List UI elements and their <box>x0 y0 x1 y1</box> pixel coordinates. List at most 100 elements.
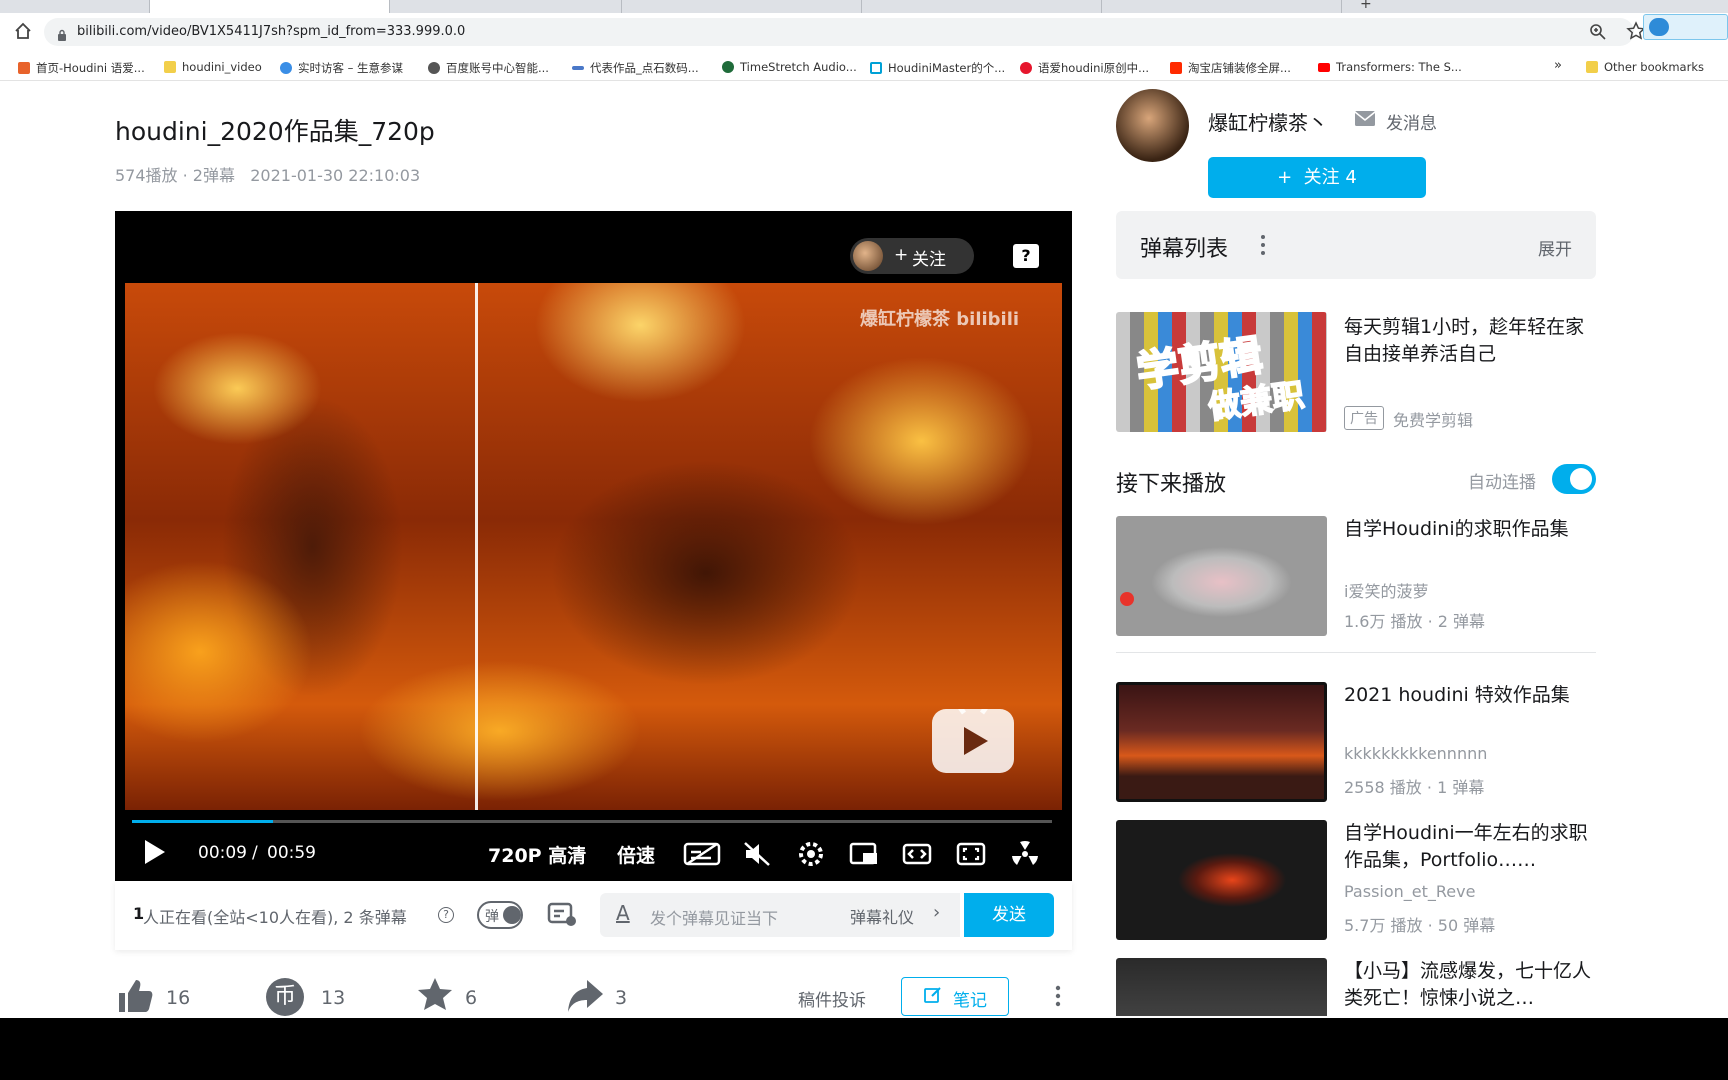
note-button[interactable]: 笔记 <box>901 977 1009 1016</box>
cloud-extension-button[interactable] <box>1643 14 1728 40</box>
report-link[interactable]: 稿件投诉 <box>798 986 866 1011</box>
radiation-extension-icon[interactable] <box>1010 840 1040 868</box>
bookmark-item[interactable]: 淘宝店铺装修全屏... <box>1170 60 1291 76</box>
expand-link[interactable]: 展开 <box>1538 235 1572 260</box>
browser-tab[interactable] <box>872 0 1102 13</box>
danmaku-list-header[interactable]: 弹幕列表 展开 <box>1116 211 1596 279</box>
send-message-link[interactable]: 发消息 <box>1386 109 1437 134</box>
danmaku-toggle-label: 弹 <box>485 909 499 925</box>
widescreen-icon[interactable] <box>902 840 932 868</box>
picture-in-picture-icon[interactable] <box>849 840 879 868</box>
progress-bar[interactable] <box>132 820 1052 823</box>
follow-button[interactable]: + 关注 4 <box>1208 157 1426 198</box>
toggle-knob <box>503 906 521 924</box>
video-title[interactable]: 2021 houdini 特效作品集 <box>1344 682 1594 709</box>
favorite-count: 6 <box>465 987 478 1009</box>
bilibili-tv-play-icon[interactable] <box>932 697 1014 773</box>
bookmark-item[interactable]: 百度账号中心智能... <box>428 60 549 76</box>
list-item[interactable]: 自学Houdini一年左右的求职作品集，Portfolio…… Passion_… <box>1116 820 1596 942</box>
video-title[interactable]: 【小马】流感爆发，七十亿人类死亡！惊悚小说之… <box>1344 958 1594 1012</box>
bookmark-folder-other[interactable]: Other bookmarks <box>1586 60 1704 74</box>
avatar <box>853 241 883 271</box>
list-item[interactable]: 【小马】流感爆发，七十亿人类死亡！惊悚小说之… <box>1116 958 1596 1016</box>
browser-tab[interactable] <box>1112 0 1342 13</box>
video-author[interactable]: kkkkkkkkkennnnn <box>1344 744 1487 763</box>
settings-gear-icon[interactable] <box>796 840 826 868</box>
list-item[interactable]: 2021 houdini 特效作品集 kkkkkkkkkennnnn 2558 … <box>1116 682 1596 804</box>
video-thumbnail[interactable] <box>1116 820 1327 940</box>
text-style-icon[interactable]: A <box>616 901 630 925</box>
url-field[interactable]: bilibili.com/video/BV1X5411J7sh?spm_id_f… <box>44 18 1634 46</box>
edit-icon <box>924 986 942 1004</box>
zoom-icon[interactable] <box>1589 23 1607 41</box>
taobao-icon <box>1170 62 1182 74</box>
browser-tab[interactable] <box>0 0 150 13</box>
video-thumbnail[interactable] <box>1116 958 1327 1016</box>
autoplay-label: 自动连播 <box>1468 473 1536 493</box>
uploader-name[interactable]: 爆缸柠檬茶丶 <box>1208 107 1328 136</box>
bookmark-item[interactable]: 代表作品_点石数码... <box>572 60 699 76</box>
ad-thumbnail: 学剪辑 做兼职 <box>1116 312 1327 432</box>
share-arrow-icon[interactable] <box>565 976 605 1016</box>
bookmark-folder[interactable]: houdini_video <box>164 60 262 74</box>
lock-icon <box>57 26 67 41</box>
browser-tab-active[interactable] <box>150 0 390 13</box>
bookmark-item[interactable]: 实时访客 – 生意参谋 <box>280 60 403 76</box>
video-author[interactable]: i爱笑的菠萝 <box>1344 578 1428 602</box>
danmaku-etiquette-link[interactable]: 弹幕礼仪 <box>850 904 914 928</box>
more-vertical-icon[interactable] <box>1055 985 1061 1007</box>
browser-tab[interactable] <box>392 0 622 13</box>
share-count: 3 <box>615 987 628 1009</box>
bookmarks-overflow[interactable]: » <box>1554 58 1562 73</box>
folder-icon <box>1586 61 1598 73</box>
folder-icon <box>164 61 176 73</box>
video-title: houdini_2020作品集_720p <box>115 117 435 146</box>
fullscreen-icon[interactable] <box>956 840 986 868</box>
video-thumbnail[interactable] <box>1116 682 1327 802</box>
send-danmaku-button[interactable]: 发送 <box>964 893 1054 937</box>
like-icon[interactable] <box>115 976 155 1016</box>
home-icon[interactable] <box>12 20 34 42</box>
site-icon <box>722 61 734 73</box>
uploader-avatar[interactable] <box>1116 89 1189 162</box>
video-title[interactable]: 自学Houdini一年左右的求职作品集，Portfolio…… <box>1344 820 1594 874</box>
coin-icon[interactable]: 币 <box>266 978 304 1016</box>
bookmark-item[interactable]: HoudiniMaster的个... <box>870 60 1005 76</box>
new-tab-icon[interactable]: + <box>1360 0 1372 12</box>
autoplay-toggle[interactable] <box>1552 464 1596 494</box>
video-stats: 1.6万 播放 · 2 弹幕 <box>1344 612 1486 631</box>
favorite-star-icon[interactable] <box>415 975 455 1015</box>
list-item[interactable]: 自学Houdini的求职作品集 i爱笑的菠萝 1.6万 播放 · 2 弹幕 <box>1116 516 1596 638</box>
quality-button[interactable]: 720P 高清 <box>488 841 586 868</box>
subtitle-icon[interactable] <box>683 840 721 868</box>
speed-button[interactable]: 倍速 <box>617 841 655 868</box>
more-vertical-icon[interactable] <box>1260 234 1266 256</box>
help-icon[interactable]: ? <box>1013 244 1039 268</box>
browser-tab[interactable] <box>632 0 862 13</box>
video-thumbnail[interactable] <box>1116 516 1327 636</box>
danmaku-input[interactable]: A 发个弹幕见证当下 弹幕礼仪 › <box>600 893 960 937</box>
mute-icon[interactable] <box>742 840 772 868</box>
danmaku-toggle[interactable]: 弹 <box>477 901 523 929</box>
mail-icon[interactable] <box>1354 109 1376 127</box>
video-title[interactable]: 自学Houdini的求职作品集 <box>1344 516 1594 543</box>
video-watermark: 爆缸柠檬茶 bilibili <box>860 309 1020 330</box>
bookmark-item[interactable]: Transformers: The S... <box>1318 60 1462 74</box>
cloud-icon <box>1649 18 1669 36</box>
note-label: 笔记 <box>953 991 987 1011</box>
ad-title[interactable]: 每天剪辑1小时，趁年轻在家自由接单养活自己 <box>1344 314 1594 368</box>
globe-icon <box>428 62 440 74</box>
video-player[interactable]: + 关注 ? 爆缸柠檬茶 bilibili 00:09 / 00:59 720P… <box>115 211 1072 881</box>
video-author[interactable]: Passion_et_Reve <box>1344 882 1475 901</box>
site-icon <box>280 62 292 74</box>
help-circle-icon[interactable]: ? <box>438 907 454 923</box>
bookmark-item[interactable]: TimeStretch Audio... <box>722 60 857 74</box>
progress-fill <box>132 820 273 823</box>
danmaku-settings-icon[interactable] <box>547 901 579 929</box>
play-icon[interactable] <box>143 838 167 866</box>
video-frame[interactable]: 爆缸柠檬茶 bilibili <box>125 283 1062 810</box>
bookmark-item[interactable]: 语爱houdini原创中... <box>1020 60 1149 76</box>
player-follow-button[interactable]: + 关注 <box>850 238 974 274</box>
bookmark-item[interactable]: 首页-Houdini 语爱... <box>18 60 145 76</box>
ad-card[interactable]: 学剪辑 做兼职 每天剪辑1小时，趁年轻在家自由接单养活自己 广告 免费学剪辑 <box>1116 312 1596 434</box>
